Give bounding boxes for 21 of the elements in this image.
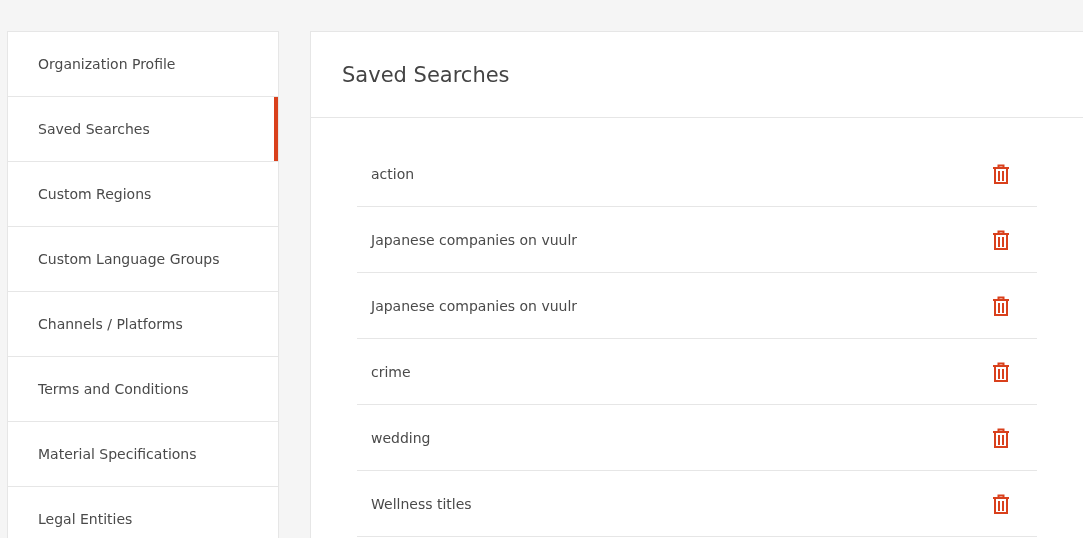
trash-icon[interactable]: [992, 229, 1010, 250]
saved-search-name[interactable]: action: [371, 165, 415, 182]
sidebar-item[interactable]: Saved Searches: [8, 97, 278, 162]
panel-title: Saved Searches: [342, 62, 510, 87]
sidebar-item[interactable]: Material Specifications: [8, 422, 278, 487]
saved-search-name[interactable]: crime: [371, 363, 411, 380]
sidebar-item[interactable]: Terms and Conditions: [8, 357, 278, 422]
sidebar-item[interactable]: Custom Language Groups: [8, 227, 278, 292]
saved-search-name[interactable]: wedding: [371, 429, 431, 446]
sidebar-item[interactable]: Custom Regions: [8, 162, 278, 227]
saved-search-name[interactable]: Japanese companies on vuulr: [371, 231, 578, 248]
sidebar-item[interactable]: Organization Profile: [8, 32, 278, 97]
saved-search-name[interactable]: Japanese companies on vuulr: [371, 297, 578, 314]
trash-icon[interactable]: [992, 493, 1010, 514]
trash-icon[interactable]: [992, 427, 1010, 448]
saved-search-name[interactable]: Wellness titles: [371, 495, 472, 512]
trash-icon[interactable]: [992, 295, 1010, 316]
trash-icon[interactable]: [992, 163, 1010, 184]
trash-icon[interactable]: [992, 361, 1010, 382]
sidebar-item[interactable]: Legal Entities: [8, 487, 278, 538]
sidebar-item[interactable]: Channels / Platforms: [8, 292, 278, 357]
